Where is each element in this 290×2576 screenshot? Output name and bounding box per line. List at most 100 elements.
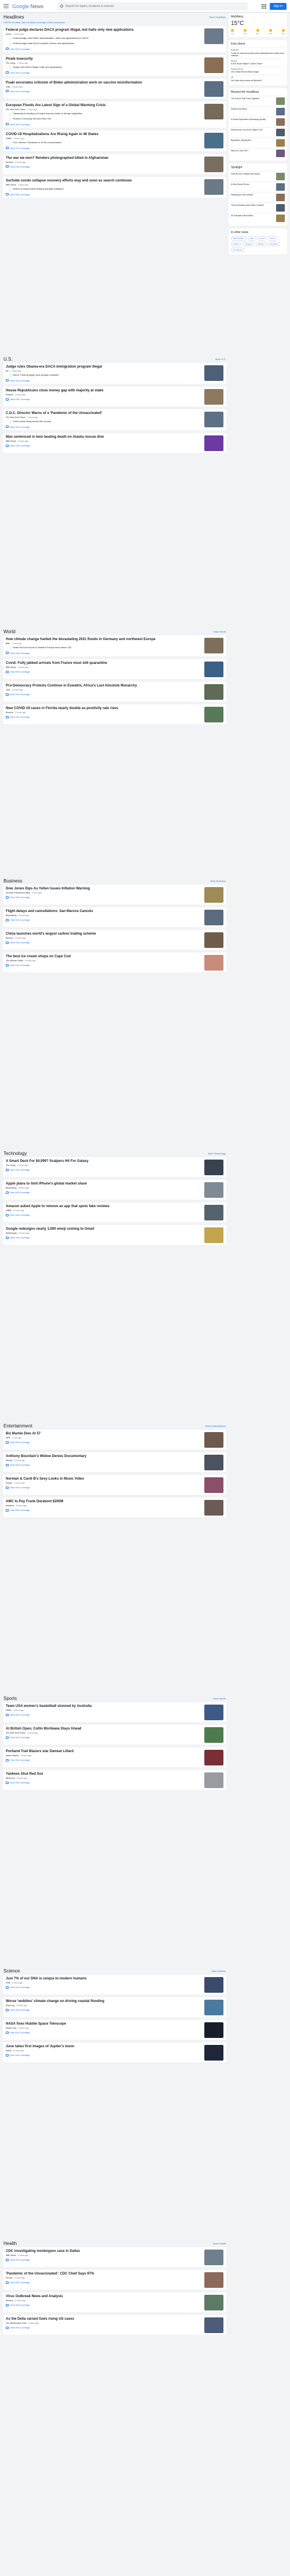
- picks-item[interactable]: Is Arctic Exploration Spreading Quickly: [231, 116, 285, 127]
- story[interactable]: AMC to Pay Frank Darabont $200M Deadline 6…: [3, 1498, 226, 1517]
- full-coverage-link[interactable]: View Full Coverage: [6, 1191, 202, 1194]
- section-title[interactable]: U.S.: [3, 357, 13, 362]
- picks-item[interactable]: Why Do Cats Purr?: [231, 147, 285, 158]
- story-source[interactable]: The Verge: [6, 62, 16, 64]
- story[interactable]: Google redesigns nearly 1,000 emoji comi…: [3, 1225, 226, 1245]
- spotlight-item[interactable]: Three Musicians Who Were Grateful: [231, 202, 285, 213]
- story[interactable]: Amazon asked Apple to remove an app that…: [3, 1202, 226, 1222]
- story-source[interactable]: The New York Times: [6, 1732, 25, 1734]
- full-coverage-link[interactable]: View Full Coverage: [6, 1168, 202, 1171]
- full-coverage-link[interactable]: View Full Coverage: [6, 426, 202, 428]
- story-thumbnail[interactable]: [204, 706, 223, 722]
- full-coverage-link[interactable]: View Full Coverage: [6, 165, 202, 168]
- story-headline[interactable]: New COVID-19 cases in Florida nearly dou…: [6, 707, 202, 711]
- story-source[interactable]: The Boston Globe: [6, 960, 23, 962]
- story-headline[interactable]: Team USA women's basketball stunned by A…: [6, 1705, 202, 1709]
- story-thumbnail[interactable]: [204, 1182, 223, 1198]
- sub-story-text[interactable]: Federal judge finds DACA unlawful, block…: [13, 42, 202, 45]
- spotlight-item[interactable]: How 80-hour charge has helped: [231, 170, 285, 181]
- topic-chip[interactable]: Hurricane: [267, 241, 280, 246]
- story-source[interactable]: CNN: [6, 86, 10, 88]
- story-source[interactable]: Yahoo Sports: [6, 1754, 19, 1757]
- spotlight-item[interactable]: An Education Revolution: [231, 212, 285, 223]
- story-thumbnail[interactable]: [204, 1432, 223, 1448]
- story[interactable]: China launches world's largest carbon tr…: [3, 930, 226, 950]
- story[interactable]: Biz Markie Dies At 57 NPR 1 hour ago View F…: [3, 1430, 226, 1449]
- story-headline[interactable]: Apple plans to limit iPhone's global mar…: [6, 1182, 202, 1186]
- story-headline[interactable]: Worse 'wobbles' climate change on drivin…: [6, 2000, 202, 2004]
- story-thumbnail[interactable]: [204, 1455, 223, 1470]
- story-headline[interactable]: Covid: Fully jabbed arrivals from France…: [6, 662, 202, 666]
- story-headline[interactable]: Psaki excoriates criticism of Biden admi…: [6, 81, 202, 85]
- story-source[interactable]: Space.com: [6, 2027, 16, 2029]
- story-source[interactable]: BBC News: [6, 666, 16, 668]
- sub-story[interactable]: Death toll from floods in Western Europe…: [10, 646, 202, 650]
- story[interactable]: Dow Jones Dips As Yellen Issues Inflatio…: [3, 885, 226, 904]
- topic-chip[interactable]: Black Panther: [231, 235, 247, 241]
- story-source[interactable]: ESPN: [6, 1709, 12, 1712]
- more-link[interactable]: More Business: [211, 880, 226, 882]
- sub-story[interactable]: CDC director: Pandemic is 'of the unvacc…: [10, 140, 202, 145]
- story-source[interactable]: NBC News: [6, 440, 16, 442]
- story-source[interactable]: 9to5Google: [6, 1232, 17, 1234]
- story[interactable]: Covid: Fully jabbed arrivals from France…: [3, 659, 226, 679]
- story-headline[interactable]: CDC investigating monkeypox case in Dall…: [6, 2250, 202, 2254]
- logo[interactable]: Google News: [12, 3, 43, 9]
- full-coverage-link[interactable]: View Full Coverage: [6, 90, 202, 93]
- story[interactable]: Norman & Cardi B's Sexy Looks in Music V…: [3, 1475, 226, 1495]
- story-headline[interactable]: Dow Jones Dips As Yellen Issues Inflatio…: [6, 887, 202, 891]
- more-link[interactable]: More Entertainment: [205, 1425, 226, 1427]
- story-headline[interactable]: AMC to Pay Frank Darabont $200M: [6, 1500, 202, 1504]
- story-thumbnail[interactable]: [204, 1727, 223, 1743]
- story[interactable]: House Republicans close money gap with m…: [3, 387, 226, 406]
- fact-check-item[interactable]: AP Did video show scene at Wendy's?: [231, 74, 285, 83]
- topic-chip[interactable]: Weather: [255, 241, 267, 246]
- story-source[interactable]: AP: [6, 370, 9, 372]
- story-source[interactable]: The Washington Post: [6, 2322, 27, 2324]
- section-title[interactable]: Business: [3, 878, 22, 884]
- story-headline[interactable]: Norman & Cardi B's Sexy Looks in Music V…: [6, 1477, 202, 1481]
- sub-story[interactable]: Floods in Germany kill more than 100: [10, 117, 202, 121]
- section-title[interactable]: Entertainment: [3, 1423, 32, 1429]
- story-thumbnail[interactable]: [204, 932, 223, 948]
- full-coverage-link[interactable]: View Full Coverage: [6, 2303, 202, 2306]
- story[interactable]: C.D.C. Director Warns of a 'Pandemic of …: [3, 409, 226, 430]
- story-headline[interactable]: Yankees Shut Red Sox: [6, 1772, 202, 1776]
- full-coverage-link[interactable]: View Full Coverage: [6, 941, 202, 944]
- story-headline[interactable]: Federal judge declares DACA program ille…: [6, 28, 202, 32]
- story-source[interactable]: CNBC: [6, 137, 12, 140]
- story[interactable]: Just 7% of our DNA is unique to modern h…: [3, 1975, 226, 1994]
- story-headline[interactable]: NASA fixes Hubble Space Telescope: [6, 2022, 202, 2026]
- story-thumbnail[interactable]: [204, 1750, 223, 1765]
- story-headline[interactable]: Google redesigns nearly 1,000 emoji comi…: [6, 1227, 202, 1231]
- sub-story[interactable]: Judge rules DACA illegal, halts new appl…: [10, 65, 202, 70]
- story-source[interactable]: Investor's Business Daily: [6, 892, 30, 894]
- more-link[interactable]: More World: [214, 630, 226, 633]
- story-headline[interactable]: As the Delta variant fuels rising US cas…: [6, 2317, 202, 2321]
- sub-story[interactable]: Covid cases rising across the country: [10, 420, 202, 424]
- story[interactable]: Flight delays and cancellations: San Mar…: [3, 907, 226, 927]
- more-link[interactable]: More Sports: [213, 1697, 226, 1700]
- story-source[interactable]: NBC News: [6, 184, 16, 186]
- spotlight-item[interactable]: A New Study Shows: [231, 181, 285, 192]
- story[interactable]: Judge rules Obama-era DACA immigration p…: [3, 363, 226, 384]
- story[interactable]: The best ice cream shops on Cape Cod The …: [3, 953, 226, 972]
- more-link[interactable]: More Health: [213, 2242, 226, 2245]
- story-source[interactable]: NBC News: [6, 2254, 16, 2257]
- story-headline[interactable]: Judge rules Obama-era DACA immigration p…: [6, 365, 202, 369]
- story-thumbnail[interactable]: [204, 910, 223, 925]
- story-thumbnail[interactable]: [204, 2045, 223, 2061]
- story-headline[interactable]: European Floods Are Latest Sign of a Glo…: [6, 104, 202, 108]
- sub-story-text[interactable]: Catastrophic flooding in Europe exposes …: [13, 112, 202, 115]
- story-headline[interactable]: The war we won? Renders photographed kil…: [6, 157, 202, 161]
- story-source[interactable]: The New York Times: [6, 108, 25, 111]
- full-coverage-link[interactable]: View Full Coverage: [6, 715, 202, 718]
- story[interactable]: Team USA women's basketball stunned by A…: [3, 1702, 226, 1722]
- story-source[interactable]: Variety: [6, 1459, 12, 1462]
- topic-chip[interactable]: Tennis: [267, 235, 278, 241]
- story[interactable]: Virus Outbreak News and Analysis Reuters 5…: [3, 2292, 226, 2312]
- story-thumbnail[interactable]: [204, 1205, 223, 1220]
- sub-story[interactable]: Catastrophic flooding in Europe exposes …: [10, 111, 202, 116]
- story[interactable]: Pirate insecurity The Verge 2 hours ago Jud…: [3, 55, 226, 76]
- story-source[interactable]: The Verge: [6, 1164, 16, 1167]
